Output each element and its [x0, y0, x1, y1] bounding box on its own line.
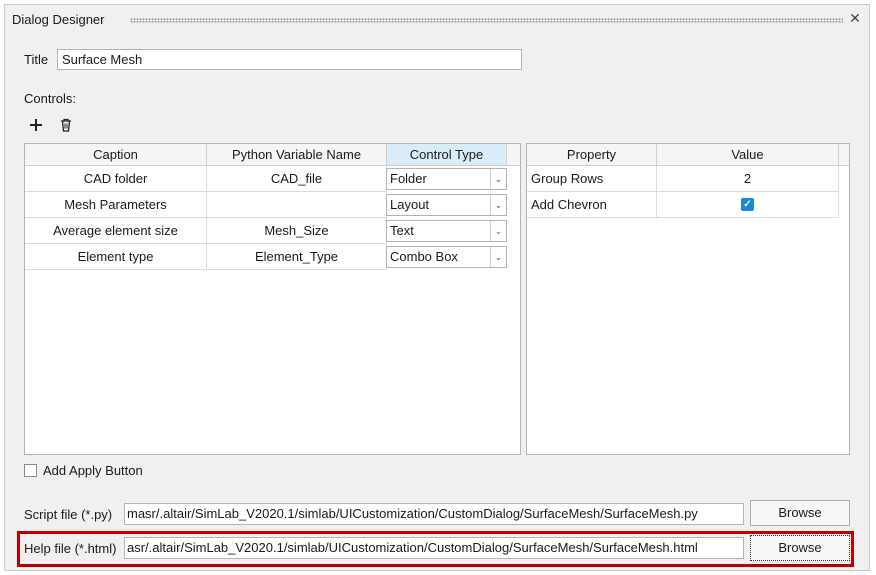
- help-file-input[interactable]: asr/.altair/SimLab_V2020.1/simlab/UICust…: [124, 537, 744, 559]
- property-name[interactable]: Group Rows: [527, 166, 657, 192]
- add-apply-button-checkbox[interactable]: [24, 464, 37, 477]
- dialog-designer-window: Dialog Designer ✕ Title Surface Mesh Con…: [4, 4, 870, 571]
- header-filler: [839, 144, 849, 166]
- header-control-type[interactable]: Control Type: [387, 144, 507, 166]
- header-caption[interactable]: Caption: [25, 144, 207, 166]
- property-value[interactable]: 2: [657, 166, 839, 192]
- property-table: Property Value Group Rows 2 Add Chevron …: [526, 143, 850, 455]
- plus-icon[interactable]: [28, 117, 44, 133]
- header-property[interactable]: Property: [527, 144, 657, 166]
- property-value-cell: ✓: [657, 192, 839, 218]
- chevron-down-icon[interactable]: ⌄: [490, 247, 506, 267]
- help-browse-button[interactable]: Browse: [750, 535, 850, 561]
- control-type-combo[interactable]: Text ⌄: [386, 220, 507, 242]
- script-file-label: Script file (*.py): [24, 507, 113, 522]
- chevron-down-icon[interactable]: ⌄: [490, 169, 506, 189]
- drag-grip[interactable]: [130, 18, 843, 23]
- table-row-variable[interactable]: [207, 192, 387, 218]
- titlebar[interactable]: Dialog Designer ✕: [5, 5, 869, 33]
- property-name[interactable]: Add Chevron: [527, 192, 657, 218]
- close-icon[interactable]: ✕: [848, 10, 862, 26]
- help-file-label: Help file (*.html): [24, 541, 117, 556]
- controls-table: Caption Python Variable Name Control Typ…: [24, 143, 521, 455]
- table-row-caption[interactable]: Element type: [25, 244, 207, 270]
- control-type-combo[interactable]: Combo Box ⌄: [386, 246, 507, 268]
- title-input[interactable]: Surface Mesh: [57, 49, 522, 70]
- control-type-combo[interactable]: Folder ⌄: [386, 168, 507, 190]
- header-filler: [507, 144, 520, 166]
- table-row-variable[interactable]: Mesh_Size: [207, 218, 387, 244]
- title-label: Title: [24, 52, 49, 67]
- table-row-variable[interactable]: Element_Type: [207, 244, 387, 270]
- controls-label: Controls:: [24, 91, 77, 106]
- window-title: Dialog Designer: [12, 12, 105, 27]
- add-apply-button-label[interactable]: Add Apply Button: [43, 463, 143, 478]
- table-row-caption[interactable]: Mesh Parameters: [25, 192, 207, 218]
- header-value[interactable]: Value: [657, 144, 839, 166]
- control-type-value: Text: [390, 223, 414, 238]
- header-python-variable-name[interactable]: Python Variable Name: [207, 144, 387, 166]
- script-browse-button[interactable]: Browse: [750, 500, 850, 526]
- script-file-input[interactable]: masr/.altair/SimLab_V2020.1/simlab/UICus…: [124, 503, 744, 525]
- table-row-caption[interactable]: CAD folder: [25, 166, 207, 192]
- chevron-down-icon[interactable]: ⌄: [490, 195, 506, 215]
- add-chevron-checkbox[interactable]: ✓: [741, 198, 754, 211]
- control-type-value: Combo Box: [390, 249, 458, 264]
- control-type-value: Layout: [390, 197, 430, 212]
- control-type-combo[interactable]: Layout ⌄: [386, 194, 507, 216]
- trash-icon[interactable]: [58, 117, 74, 133]
- table-row-caption[interactable]: Average element size: [25, 218, 207, 244]
- table-row-variable[interactable]: CAD_file: [207, 166, 387, 192]
- control-type-value: Folder: [390, 171, 427, 186]
- chevron-down-icon[interactable]: ⌄: [490, 221, 506, 241]
